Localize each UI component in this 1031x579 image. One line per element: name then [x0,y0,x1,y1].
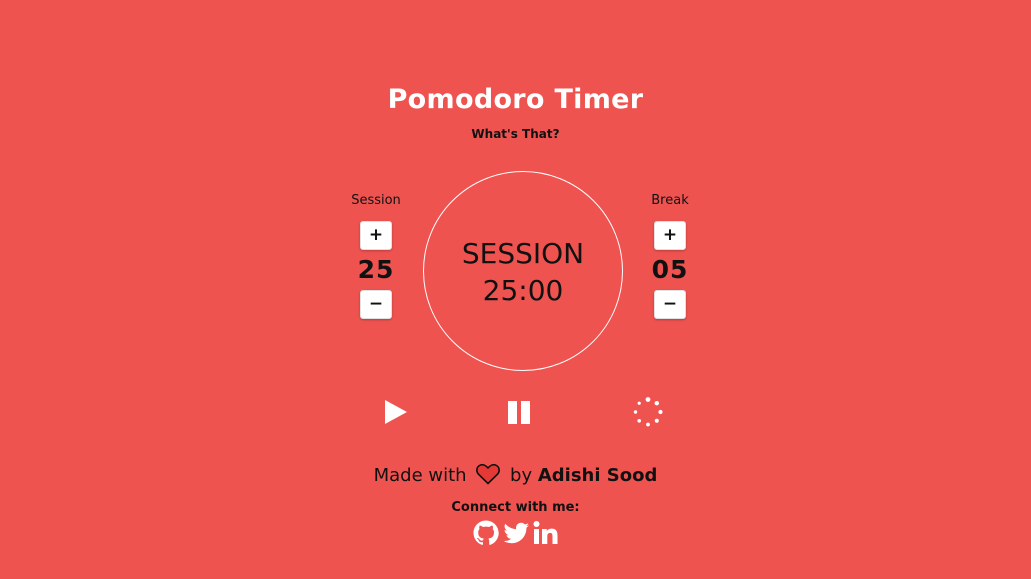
break-label: Break [651,193,689,208]
by-text: by [510,465,533,486]
twitter-link[interactable] [502,519,530,547]
break-length-value: 05 [651,255,689,284]
pause-icon [508,401,530,424]
heart-icon [476,463,501,494]
session-decrement-button[interactable]: − [360,290,392,319]
social-links [0,519,1031,547]
github-icon [473,520,499,545]
whats-that-link[interactable]: What's That? [0,127,1031,141]
session-label: Session [351,193,401,208]
break-increment-button[interactable]: + [654,221,686,250]
page-title: Pomodoro Timer [387,84,644,115]
reset-button[interactable] [632,396,664,428]
session-increment-button[interactable]: + [360,221,392,250]
session-length-control: Session + 25 − [336,192,416,319]
spinner-icon [633,397,663,427]
timer-circle: SESSION 25:00 [423,171,623,371]
linkedin-icon [533,521,557,544]
made-with-credit: Made with by Adishi Sood [0,462,1031,494]
timer-mode-label: SESSION [461,237,585,270]
session-length-value: 25 [357,255,395,284]
connect-heading: Connect with me: [451,500,580,515]
made-with-text: Made with [373,465,467,486]
author-name: Adishi Sood [537,465,658,486]
twitter-icon [503,522,529,544]
break-length-control: Break + 05 − [630,192,710,319]
play-icon [385,400,407,424]
github-link[interactable] [472,519,500,547]
timer-time-display: 25:00 [482,274,564,307]
pause-button[interactable] [504,396,536,428]
break-decrement-button[interactable]: − [654,290,686,319]
linkedin-link[interactable] [532,519,560,547]
play-button[interactable] [379,396,411,428]
